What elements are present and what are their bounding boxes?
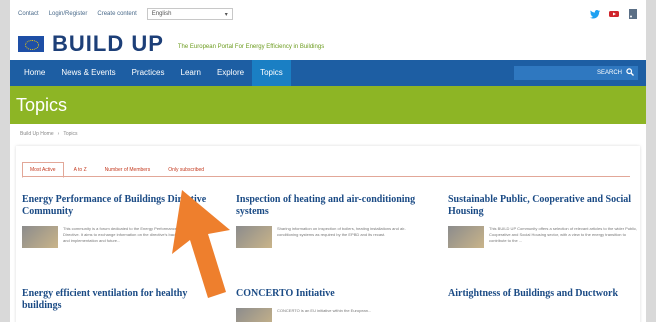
pointer-arrow-icon [172, 190, 230, 298]
tabs-divider [22, 176, 630, 177]
social-links [590, 9, 638, 19]
nav-home[interactable]: Home [16, 60, 53, 86]
community-title[interactable]: Sustainable Public, Cooperative and Soci… [448, 194, 646, 218]
create-content-link[interactable]: Create content [97, 11, 136, 17]
nav-news-events[interactable]: News & Events [53, 60, 123, 86]
topics-banner: Topics [10, 86, 646, 124]
login-register-link[interactable]: Login/Register [49, 11, 88, 17]
community-card[interactable]: Inspection of heating and air-conditioni… [236, 194, 436, 248]
language-value: English [151, 11, 172, 17]
community-description: Sharing information on inspection of boi… [277, 226, 406, 237]
nav-topics[interactable]: Topics [252, 60, 291, 86]
top-bar: Contact Login/Register Create content En… [10, 0, 646, 28]
chevron-down-icon: ▾ [224, 11, 228, 18]
search-label: SEARCH [596, 70, 622, 76]
page-title: Topics [16, 94, 68, 115]
main-nav: Home News & Events Practices Learn Explo… [10, 60, 646, 86]
community-thumbnail[interactable] [448, 226, 484, 248]
search-icon[interactable] [626, 68, 634, 78]
breadcrumb-separator: › [57, 131, 60, 137]
contact-link[interactable]: Contact [18, 11, 39, 17]
nav-learn[interactable]: Learn [173, 60, 209, 86]
brand-header: BUILD UP The European Portal For Energy … [10, 28, 646, 60]
eu-flag-icon [18, 36, 44, 52]
community-title[interactable]: Airtightness of Buildings and Ductwork [448, 288, 646, 300]
community-card[interactable]: Airtightness of Buildings and Ductwork [448, 288, 646, 300]
search-box[interactable]: SEARCH [514, 66, 638, 80]
twitter-icon[interactable] [590, 9, 600, 19]
rss-icon[interactable] [628, 9, 638, 19]
community-thumbnail[interactable] [236, 308, 272, 322]
community-card[interactable]: CONCERTO Initiative CONCERTO is an EU in… [236, 288, 436, 322]
site-logo[interactable]: BUILD UP [52, 31, 164, 57]
language-select[interactable]: English ▾ [146, 8, 233, 20]
site-tagline: The European Portal For Energy Efficienc… [177, 44, 325, 50]
community-description: CONCERTO is an EU initiative within the … [277, 308, 372, 313]
page: Contact Login/Register Create content En… [10, 0, 646, 322]
breadcrumb-current: Topics [63, 131, 78, 137]
community-description: This BUILD UP Community offers a selecti… [489, 226, 638, 243]
breadcrumb-home[interactable]: Build Up Home [20, 131, 54, 137]
nav-practices[interactable]: Practices [124, 60, 173, 86]
nav-explore[interactable]: Explore [209, 60, 252, 86]
topics-panel: Most Active A to Z Number of Members Onl… [16, 146, 640, 322]
breadcrumb: Build Up Home › Topics [10, 124, 646, 144]
community-card[interactable]: Sustainable Public, Cooperative and Soci… [448, 194, 646, 248]
community-title[interactable]: Inspection of heating and air-conditioni… [236, 194, 436, 218]
community-thumbnail[interactable] [236, 226, 272, 248]
community-title[interactable]: CONCERTO Initiative [236, 288, 436, 300]
community-thumbnail[interactable] [22, 226, 58, 248]
youtube-icon[interactable] [609, 9, 619, 19]
